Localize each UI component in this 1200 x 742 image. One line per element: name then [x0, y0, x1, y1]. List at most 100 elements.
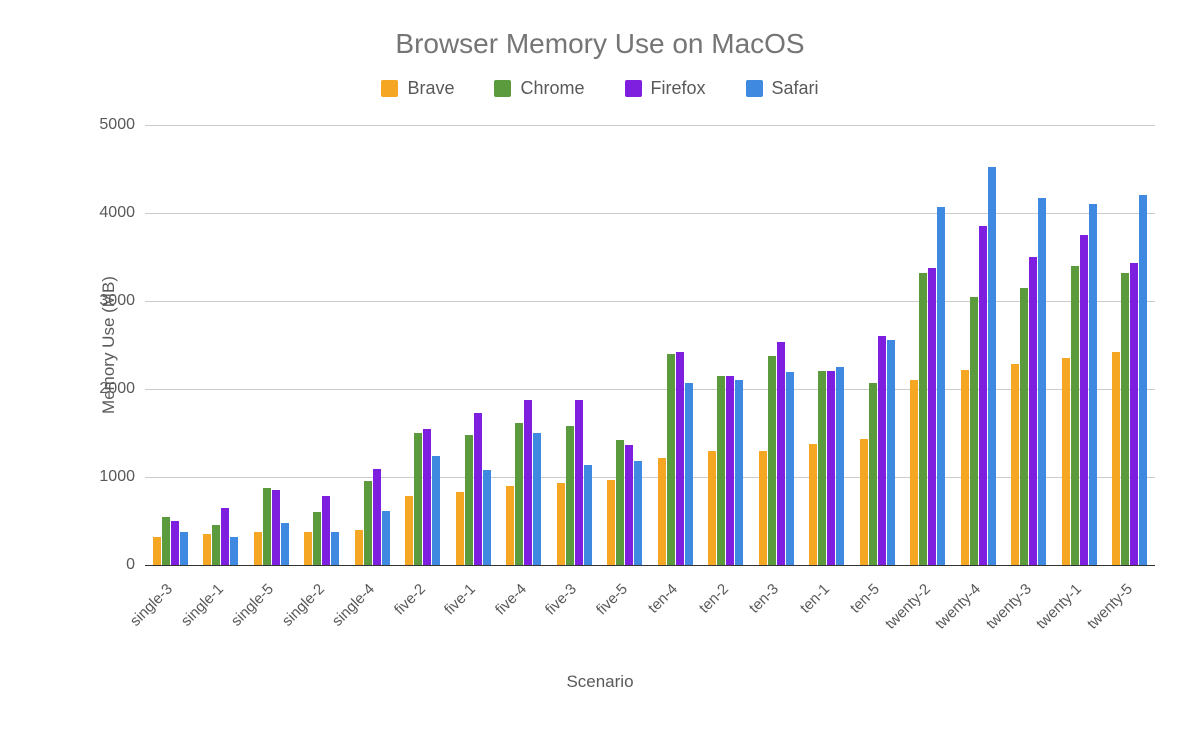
bar-group	[858, 336, 897, 565]
bar	[726, 376, 734, 565]
legend-item: Chrome	[494, 78, 584, 99]
bar	[331, 532, 339, 565]
y-tick-label: 5000	[99, 116, 145, 134]
bar	[607, 480, 615, 565]
bar	[432, 456, 440, 565]
bar	[717, 376, 725, 565]
gridline	[145, 477, 1155, 478]
bar	[153, 537, 161, 565]
legend-swatch	[746, 80, 763, 97]
bar	[355, 530, 363, 565]
bar	[860, 439, 868, 565]
bar	[254, 532, 262, 565]
bar	[281, 523, 289, 565]
bar	[970, 297, 978, 565]
bar	[1029, 257, 1037, 565]
bar	[322, 496, 330, 565]
bar	[759, 451, 767, 565]
bar-group	[1060, 204, 1099, 565]
bar	[667, 354, 675, 565]
bar	[506, 486, 514, 565]
bar	[1038, 198, 1046, 565]
legend-item: Safari	[746, 78, 819, 99]
bar	[405, 496, 413, 565]
bar	[557, 483, 565, 565]
bar	[818, 371, 826, 565]
y-tick-label: 1000	[99, 468, 145, 486]
bar	[575, 400, 583, 565]
bar	[809, 444, 817, 565]
legend-label: Firefox	[651, 78, 706, 99]
bar	[1130, 263, 1138, 565]
bar-group	[808, 367, 847, 565]
bar	[373, 469, 381, 565]
bar	[634, 461, 642, 565]
bar-group	[555, 400, 594, 565]
bar-group	[1111, 195, 1150, 565]
x-tick-label: twenty-5	[1074, 580, 1136, 642]
gridline	[145, 301, 1155, 302]
bar	[869, 383, 877, 565]
bar	[203, 534, 211, 565]
bar-group	[707, 376, 746, 565]
bar	[625, 445, 633, 565]
bar	[786, 372, 794, 565]
bar	[414, 433, 422, 565]
bar	[910, 380, 918, 565]
bar-group	[959, 167, 998, 565]
bar	[382, 511, 390, 565]
bar	[1071, 266, 1079, 565]
bar	[827, 371, 835, 565]
bar	[685, 383, 693, 565]
legend-label: Safari	[772, 78, 819, 99]
bar-group	[202, 508, 241, 565]
bar	[584, 465, 592, 565]
bar	[1089, 204, 1097, 565]
bar-group	[909, 207, 948, 565]
bar	[1011, 364, 1019, 565]
bar-group	[1010, 198, 1049, 565]
bar	[658, 458, 666, 565]
x-axis-label: Scenario	[0, 672, 1200, 692]
bar	[777, 342, 785, 565]
bar-group	[656, 352, 695, 565]
bar	[616, 440, 624, 565]
bar	[423, 429, 431, 565]
bar	[887, 340, 895, 565]
legend-label: Brave	[407, 78, 454, 99]
chart-container: Browser Memory Use on MacOS Brave Chrome F…	[0, 0, 1200, 742]
bar	[919, 273, 927, 565]
bar	[937, 207, 945, 565]
gridline	[145, 213, 1155, 214]
bar	[988, 167, 996, 565]
legend: Brave Chrome Firefox Safari	[0, 78, 1200, 99]
plot-area: 010002000300040005000	[145, 125, 1155, 566]
x-tick-label: single-3	[115, 580, 177, 642]
legend-swatch	[625, 80, 642, 97]
bar	[272, 490, 280, 565]
legend-item: Brave	[381, 78, 454, 99]
bar-group	[757, 342, 796, 565]
bar	[304, 532, 312, 565]
y-tick-label: 4000	[99, 204, 145, 222]
y-tick-label: 0	[126, 556, 145, 574]
bar	[524, 400, 532, 565]
bar	[836, 367, 844, 565]
bar	[566, 426, 574, 565]
bar	[1112, 352, 1120, 565]
gridline	[145, 389, 1155, 390]
bar	[676, 352, 684, 565]
bar-group	[606, 440, 645, 565]
bar	[263, 488, 271, 565]
bar	[928, 268, 936, 565]
bar	[979, 226, 987, 565]
bar-group	[404, 429, 443, 565]
bar	[768, 356, 776, 565]
chart-title: Browser Memory Use on MacOS	[0, 28, 1200, 60]
bar-group	[454, 413, 493, 565]
bar-group	[353, 469, 392, 565]
legend-swatch	[381, 80, 398, 97]
bar	[961, 370, 969, 565]
bar	[1062, 358, 1070, 565]
bar-group	[303, 496, 342, 565]
